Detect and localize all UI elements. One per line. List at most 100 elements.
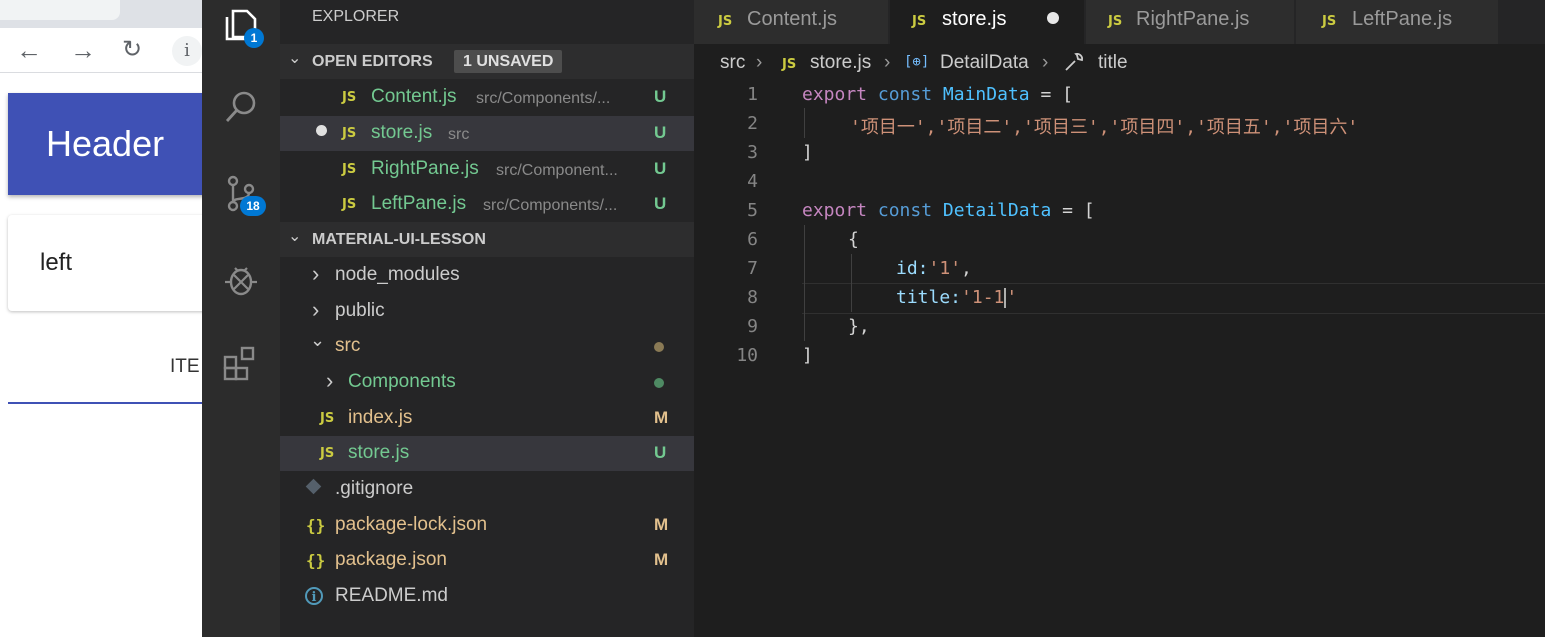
tab-content-js[interactable]: JS Content.js — [694, 0, 888, 44]
tab-leftpane-js[interactable]: JS LeftPane.js — [1296, 0, 1498, 44]
breadcrumb-property[interactable]: title — [1098, 52, 1128, 74]
keyword-token: const — [877, 200, 933, 221]
unsaved-dot-icon[interactable] — [316, 125, 327, 136]
browser-tab[interactable] — [0, 0, 120, 20]
indent-guide — [804, 225, 805, 341]
file-name: LeftPane.js — [371, 193, 467, 214]
code-line: id:'1', — [896, 258, 972, 279]
reload-icon[interactable]: ↻ — [122, 36, 142, 64]
unsaved-badge: 1 UNSAVED — [454, 50, 563, 73]
tab-rightpane-js[interactable]: JS RightPane.js — [1086, 0, 1294, 44]
chevron-right-icon: › — [312, 261, 320, 286]
browser-window: ← → ↻ i Header left ITE — [0, 0, 202, 637]
js-file-icon: JS — [342, 126, 357, 141]
indent-guide — [851, 254, 852, 312]
tree-item-node-modules[interactable]: › node_modules — [280, 258, 694, 293]
file-name: package.json — [335, 549, 447, 570]
keyword-token: export — [802, 84, 868, 105]
tab-label: Content.js — [747, 8, 838, 30]
breadcrumb-symbol[interactable]: DetailData — [940, 52, 1029, 74]
explorer-badge: 1 — [244, 28, 264, 48]
string-token: '1' — [928, 258, 962, 279]
js-file-icon: JS — [320, 446, 335, 461]
open-editors-title: OPEN EDITORS — [312, 53, 433, 70]
search-icon[interactable] — [218, 84, 264, 130]
git-status: U — [654, 194, 667, 213]
browser-tabstrip — [0, 0, 202, 28]
tree-item-index-js[interactable]: JS index.js M — [280, 401, 694, 436]
arrow-left-icon[interactable]: ← — [16, 36, 42, 64]
breadcrumb: src › JS store.js › [⊕] DetailData › tit… — [694, 44, 1545, 80]
debug-icon[interactable] — [218, 256, 264, 302]
info-file-icon: i — [305, 587, 323, 605]
code-line: ] — [802, 345, 813, 366]
activity-bar: 1 18 — [202, 0, 280, 637]
tree-item-package-json[interactable]: {} package.json M — [280, 543, 694, 578]
git-status: U — [654, 443, 667, 462]
open-editor-item[interactable]: JS store.js src U — [280, 116, 694, 151]
tree-item-package-lock[interactable]: {} package-lock.json M — [280, 508, 694, 543]
tab-label: store.js — [942, 8, 1007, 30]
line-number: 4 — [747, 171, 758, 192]
js-file-icon: JS — [912, 14, 927, 29]
file-name: store.js — [348, 442, 410, 463]
string-token: '项目一','项目二','项目三','项目四','项目五','项目六' — [850, 117, 1359, 138]
site-info-icon[interactable]: i — [172, 36, 202, 66]
arrow-right-icon[interactable]: → — [70, 36, 96, 64]
js-file-icon: JS — [1322, 14, 1337, 29]
breadcrumb-file[interactable]: store.js — [810, 52, 871, 74]
git-status: M — [654, 408, 669, 427]
tree-item-store-js[interactable]: JS store.js U — [280, 436, 694, 471]
js-file-icon: JS — [718, 14, 733, 29]
unsaved-dot-icon[interactable] — [1047, 12, 1059, 24]
folder-name: node_modules — [335, 264, 460, 285]
identifier-token: DetailData — [942, 200, 1052, 221]
line-number: 8 — [747, 287, 758, 308]
open-editors-header[interactable]: ⌄ OPEN EDITORS 1 UNSAVED — [280, 44, 694, 79]
indent-guide — [804, 108, 805, 138]
open-editor-item[interactable]: JS Content.js src/Components/... U — [280, 80, 694, 115]
chevron-down-icon: ⌄ — [310, 330, 326, 350]
code-line: export const DetailData = [ — [802, 200, 1095, 221]
code-line: '项目一','项目二','项目三','项目四','项目五','项目六' — [850, 113, 1358, 139]
chevron-right-icon: › — [1042, 52, 1049, 73]
tree-item-components[interactable]: › Components — [280, 365, 694, 400]
scm-badge: 18 — [240, 196, 266, 216]
keyword-token: const — [877, 84, 933, 105]
property-token: id: — [896, 258, 929, 279]
tab-store-js[interactable]: JS store.js — [890, 0, 1084, 44]
extensions-icon[interactable] — [218, 340, 264, 386]
punctuation-token: = [ — [1051, 200, 1095, 221]
untracked-dot-icon — [654, 378, 664, 388]
item-tab-label[interactable]: ITE — [170, 356, 200, 378]
app-header-title: Header — [46, 123, 165, 164]
tree-item-gitignore[interactable]: .gitignore — [280, 472, 694, 507]
tree-item-src[interactable]: ⌄ src — [280, 329, 694, 364]
tree-item-public[interactable]: › public — [280, 294, 694, 329]
files-icon[interactable]: 1 — [218, 2, 264, 48]
git-status: U — [654, 159, 667, 178]
source-control-icon[interactable]: 18 — [218, 170, 266, 216]
open-editor-item[interactable]: JS LeftPane.js src/Components/... U — [280, 187, 694, 222]
chevron-down-icon: ⌄ — [288, 228, 302, 245]
chevron-right-icon: › — [884, 52, 891, 73]
wrench-icon — [1062, 50, 1086, 80]
tree-item-readme[interactable]: i README.md — [280, 579, 694, 614]
js-file-icon: JS — [342, 162, 357, 177]
file-name: RightPane.js — [371, 158, 479, 179]
open-editor-item[interactable]: JS RightPane.js src/Component... U — [280, 152, 694, 187]
app-header: Header — [8, 93, 202, 195]
line-number: 5 — [747, 200, 758, 221]
project-header[interactable]: ⌄ MATERIAL-UI-LESSON — [280, 222, 694, 257]
chevron-right-icon: › — [756, 52, 763, 73]
line-number: 6 — [747, 229, 758, 250]
keyword-token: export — [802, 200, 868, 221]
left-pane-text: left — [40, 249, 73, 276]
js-file-icon: JS — [342, 197, 357, 212]
js-file-icon: JS — [320, 411, 335, 426]
breadcrumb-src[interactable]: src — [720, 52, 745, 74]
string-token: '1-1 — [961, 287, 1005, 308]
code-line: title:'1-1 ' — [896, 287, 1017, 308]
line-number: 1 — [747, 84, 758, 105]
json-file-icon: {} — [306, 516, 326, 535]
